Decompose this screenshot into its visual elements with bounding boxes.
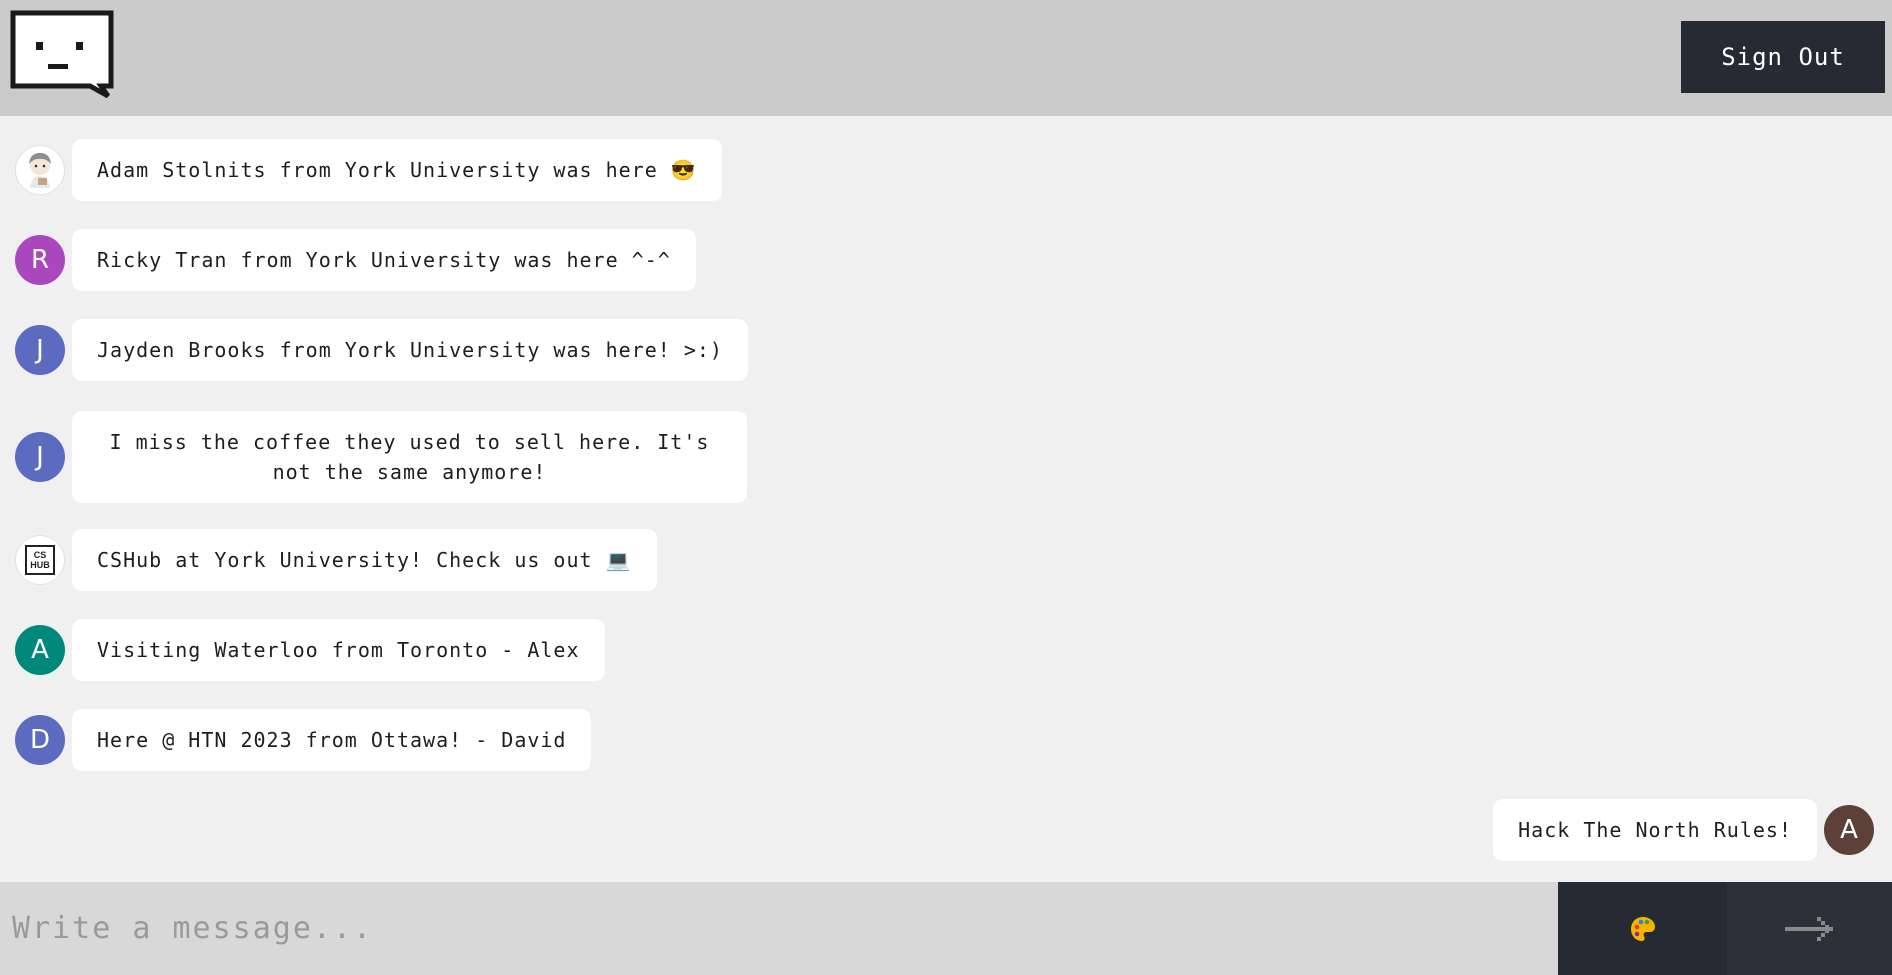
avatar[interactable]: A (1824, 805, 1874, 855)
message-bubble: Ricky Tran from York University was here… (72, 229, 696, 291)
palette-icon (1630, 916, 1655, 941)
send-button[interactable] (1727, 882, 1892, 975)
avatar[interactable]: A (15, 625, 65, 675)
message-bubble: Adam Stolnits from York University was h… (72, 139, 722, 201)
message-row-own: Hack The North Rules! A (1493, 799, 1874, 861)
avatar[interactable]: R (15, 235, 65, 285)
message-input[interactable] (0, 882, 1558, 975)
chat-messages: Adam Stolnits from York University was h… (0, 116, 1892, 882)
sign-out-button[interactable]: Sign Out (1681, 21, 1885, 93)
avatar[interactable] (15, 145, 65, 195)
message-row: J Jayden Brooks from York University was… (15, 319, 748, 381)
app-header: Sign Out (0, 0, 1892, 116)
avatar[interactable]: D (15, 715, 65, 765)
message-composer (0, 882, 1892, 975)
message-row: R Ricky Tran from York University was he… (15, 229, 696, 291)
message-row: D Here @ HTN 2023 from Ottawa! - David (15, 709, 592, 771)
message-row: Adam Stolnits from York University was h… (15, 139, 722, 201)
cshub-logo: CS HUB (25, 545, 55, 575)
theme-palette-button[interactable] (1558, 882, 1727, 975)
message-row: A Visiting Waterloo from Toronto - Alex (15, 619, 605, 681)
message-bubble: CSHub at York University! Check us out 💻 (72, 529, 657, 591)
avatar[interactable]: J (15, 432, 65, 482)
message-bubble: Hack The North Rules! (1493, 799, 1817, 861)
message-bubble: Jayden Brooks from York University was h… (72, 319, 748, 381)
message-bubble: Visiting Waterloo from Toronto - Alex (72, 619, 605, 681)
message-bubble: Here @ HTN 2023 from Ottawa! - David (72, 709, 592, 771)
message-row: CS HUB CSHub at York University! Check u… (15, 529, 657, 591)
arrow-right-icon (1784, 916, 1833, 941)
message-bubble: I miss the coffee they used to sell here… (72, 411, 747, 503)
user-illustration-icon (29, 153, 51, 188)
speech-bubble-face-icon[interactable] (8, 10, 114, 98)
avatar[interactable]: CS HUB (15, 535, 65, 585)
avatar[interactable]: J (15, 325, 65, 375)
message-row: J I miss the coffee they used to sell he… (15, 411, 747, 503)
